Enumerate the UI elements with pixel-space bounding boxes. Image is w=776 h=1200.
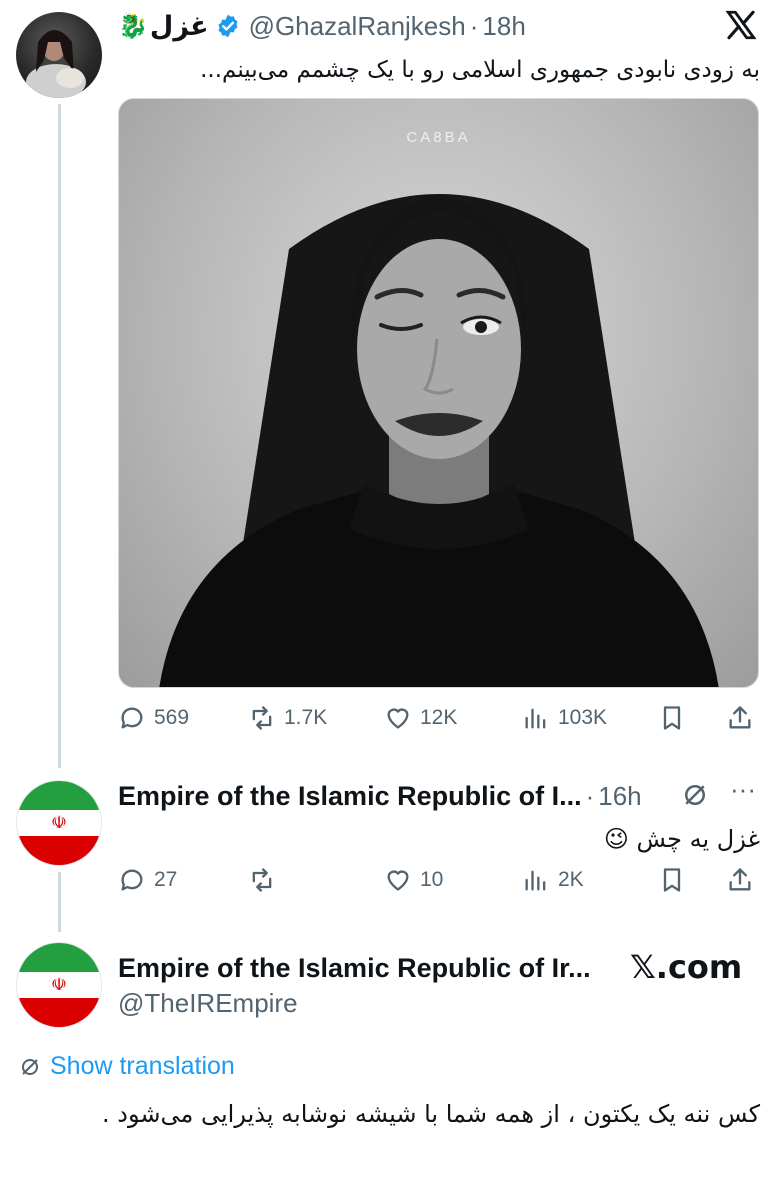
thread-line	[58, 872, 61, 932]
repost-icon	[252, 706, 272, 730]
user-handle[interactable]: @TheIREmpire	[118, 988, 298, 1019]
user-handle[interactable]: @GhazalRanjkesh	[249, 11, 466, 42]
repost-icon	[252, 868, 272, 892]
portrait-illustration	[159, 194, 719, 687]
display-name[interactable]: Empire of the Islamic Republic of I...	[118, 781, 582, 812]
like-count: 10	[420, 868, 444, 891]
show-translation-link[interactable]: Show translation	[18, 1052, 235, 1081]
post-text: به زودی نابودی جمهوری اسلامی رو با یک چش…	[200, 57, 760, 83]
avatar[interactable]: ☫	[16, 942, 102, 1028]
reply-text: غزل یه چش 😉	[603, 825, 760, 853]
separator-dot: ·	[585, 780, 595, 811]
separator-dot: ·	[469, 10, 479, 41]
post-time[interactable]: 18h	[482, 11, 525, 42]
reply-count: 569	[154, 706, 190, 729]
card-header: Empire of the Islamic Republic of Ir...	[118, 950, 591, 986]
bookmark-button[interactable]	[658, 866, 686, 894]
post-image[interactable]: CA8BA	[118, 98, 759, 688]
thread-line	[58, 104, 61, 768]
heart-icon	[387, 708, 409, 729]
dragon-emoji: 🐉	[118, 12, 148, 40]
flag-emblem-icon: ☫	[50, 974, 68, 996]
translate-icon[interactable]	[680, 780, 712, 812]
reply-button[interactable]: 569	[118, 704, 189, 732]
flag-emblem-icon: ☫	[50, 812, 68, 834]
display-name[interactable]: Empire of the Islamic Republic of Ir...	[118, 953, 591, 984]
views-count: 2K	[558, 868, 584, 891]
like-button[interactable]: 12K	[384, 704, 457, 732]
site-label[interactable]: 𝕏.com	[630, 948, 742, 986]
share-icon	[729, 706, 751, 729]
x-logo-icon[interactable]	[724, 8, 760, 44]
reply-icon	[121, 707, 143, 729]
repost-button[interactable]: 1.7K	[248, 704, 327, 732]
views-icon	[525, 870, 546, 891]
reply-icon	[121, 869, 143, 891]
bookmark-icon	[663, 868, 681, 892]
repost-button[interactable]	[248, 866, 284, 894]
views-button[interactable]: 103K	[522, 704, 607, 732]
views-button[interactable]: 2K	[522, 866, 584, 894]
like-button[interactable]: 10	[384, 866, 443, 894]
like-count: 12K	[420, 706, 458, 729]
reply-actions: 27 10 2K	[118, 866, 758, 900]
translate-icon	[22, 1058, 38, 1075]
share-button[interactable]	[726, 704, 754, 732]
verified-badge-icon	[215, 13, 241, 39]
post-actions: 569 1.7K 12K 103K	[118, 704, 758, 738]
share-button[interactable]	[726, 866, 754, 894]
more-icon[interactable]: ···	[726, 776, 760, 810]
bookmark-button[interactable]	[658, 704, 686, 732]
reply-header: Empire of the Islamic Republic of I... ·…	[118, 778, 642, 814]
avatar[interactable]: ☫	[16, 780, 102, 866]
post-header: 🐉 غزل @GhazalRanjkesh · 18h	[118, 8, 526, 44]
reply-time[interactable]: 16h	[598, 781, 641, 812]
heart-icon	[387, 870, 409, 891]
repost-count: 1.7K	[284, 706, 328, 729]
reply-button[interactable]: 27	[118, 866, 177, 894]
reply-count: 27	[154, 868, 178, 891]
bookmark-icon	[663, 706, 681, 730]
share-icon	[729, 868, 751, 891]
avatar[interactable]	[16, 12, 102, 98]
views-icon	[525, 708, 546, 729]
show-translation-label[interactable]: Show translation	[50, 1052, 235, 1081]
avatar-portrait	[26, 30, 86, 98]
views-count: 103K	[558, 706, 608, 729]
display-name[interactable]: غزل	[150, 11, 209, 42]
card-text: کس ننه یک یکتون ، از همه شما با شیشه نوش…	[102, 1100, 760, 1128]
